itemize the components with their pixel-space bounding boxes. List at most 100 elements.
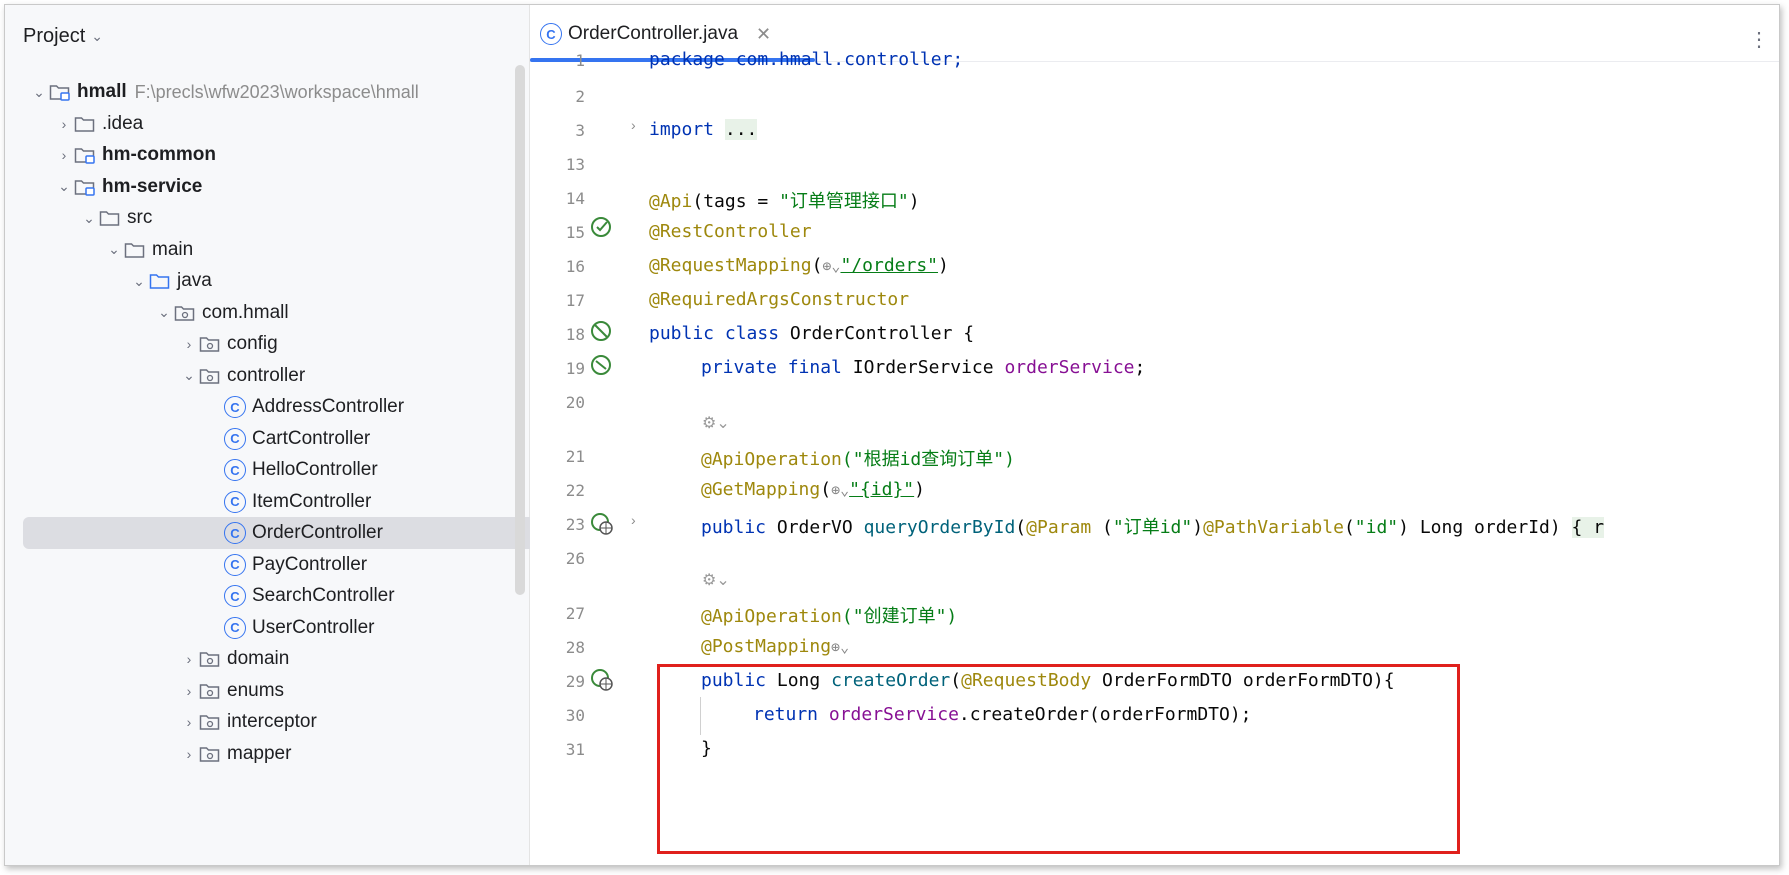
tree-item-label: AddressController <box>252 396 405 417</box>
line-number: 2 <box>575 87 585 106</box>
tree-item-label: UserController <box>252 616 375 638</box>
tree-item-label: CartController <box>252 427 371 449</box>
ide-window: Project ⌄ ⌄ hmall F:\precls\wfw2023\worksp… <box>4 4 1780 866</box>
line-number: 27 <box>565 604 585 623</box>
tree-item-label: mapper <box>227 742 292 764</box>
code-line-27[interactable]: @ApiOperation("创建订单") <box>701 602 957 628</box>
chevron-down-icon[interactable]: ⌄ <box>129 273 149 290</box>
class-icon: C <box>224 459 246 481</box>
tree-item-label: java <box>177 270 212 291</box>
line-number: 30 <box>565 706 585 725</box>
tree-item-label: hm-common <box>102 144 216 165</box>
tree-item-label: OrderController <box>252 522 383 543</box>
tab-ordercontroller[interactable]: C OrderController.java ✕ <box>540 23 771 45</box>
tab-label: OrderController.java <box>568 23 739 44</box>
package-icon <box>199 367 221 385</box>
module-path: F:\precls\wfw2023\workspace\hmall <box>134 81 419 102</box>
autowired-icon[interactable] <box>590 353 614 377</box>
code-line-14[interactable]: @Api(tags = "订单管理接口") <box>649 187 920 213</box>
code-line-22[interactable]: @GetMapping(⊕⌄"{id}") <box>701 479 925 500</box>
code-line-1[interactable]: package com.hmall.controller; <box>649 49 963 70</box>
class-icon: C <box>224 553 246 576</box>
line-number: 13 <box>565 155 585 174</box>
line-number: 3 <box>575 121 585 140</box>
line-number: 15 <box>565 223 585 242</box>
spring-bean-icon[interactable] <box>590 319 614 343</box>
folder-icon <box>149 272 171 290</box>
code-line-23[interactable]: public OrderVO queryOrderById(@Param ("订… <box>701 513 1605 539</box>
globe-icon[interactable]: ⊕⌄ <box>831 481 849 499</box>
line-number: 16 <box>565 257 585 276</box>
class-icon: C <box>540 23 562 45</box>
chevron-right-icon[interactable]: › <box>179 651 199 667</box>
code-line-28[interactable]: @PostMapping⊕⌄ <box>701 636 849 657</box>
line-number: 31 <box>565 740 585 759</box>
chevron-right-icon[interactable]: › <box>179 336 199 352</box>
chevron-right-icon[interactable]: › <box>54 116 74 132</box>
package-icon <box>174 304 196 322</box>
project-pane: Project ⌄ ⌄ hmall F:\precls\wfw2023\worksp… <box>5 5 694 865</box>
package-icon <box>199 650 221 668</box>
fold-arrow-icon[interactable]: › <box>631 117 636 133</box>
chevron-down-icon[interactable]: ⌄ <box>154 304 174 321</box>
chevron-right-icon[interactable]: › <box>179 683 199 699</box>
fold-arrow-icon[interactable]: › <box>631 512 636 528</box>
endpoint-icon[interactable] <box>590 667 614 691</box>
more-options-icon[interactable]: ⋮ <box>1749 27 1769 52</box>
project-title: Project <box>23 25 86 47</box>
tree-item-hm-service[interactable]: ⌄ hm-service <box>23 171 544 203</box>
ai-hint-icon[interactable]: ⚙⌄ <box>702 413 730 433</box>
code-line-3[interactable]: import ... <box>649 119 758 140</box>
code-line-15[interactable]: @RestController <box>649 221 812 242</box>
tree-item-label: domain <box>227 648 290 669</box>
tree-item-label: controller <box>227 364 306 386</box>
tree-item-hmall[interactable]: ⌄ hmall F:\precls\wfw2023\workspace\hmall <box>23 76 519 108</box>
tree-item-main[interactable]: ⌄ main <box>23 234 594 266</box>
line-number: 20 <box>565 393 585 412</box>
close-icon[interactable]: ✕ <box>756 24 771 45</box>
folder-icon <box>74 115 96 133</box>
tree-item-label: com.hmall <box>202 301 289 323</box>
line-number: 26 <box>565 549 585 568</box>
package-icon <box>199 745 221 763</box>
chevron-right-icon[interactable]: › <box>179 746 199 762</box>
tree-item-idea[interactable]: › .idea <box>23 108 544 140</box>
project-view-selector[interactable]: Project ⌄ <box>23 25 103 48</box>
package-icon <box>199 713 221 731</box>
globe-icon[interactable]: ⊕⌄ <box>822 257 840 275</box>
chevron-down-icon[interactable]: ⌄ <box>79 210 99 227</box>
code-line-17[interactable]: @RequiredArgsConstructor <box>649 289 909 310</box>
endpoint-icon[interactable] <box>590 511 614 535</box>
code-line-16[interactable]: @RequestMapping(⊕⌄"/orders") <box>649 255 949 276</box>
chevron-down-icon[interactable]: ⌄ <box>179 367 199 384</box>
project-scrollbar[interactable] <box>515 65 525 595</box>
line-number: 19 <box>565 359 585 378</box>
chevron-right-icon[interactable]: › <box>179 714 199 730</box>
tree-item-src[interactable]: ⌄ src <box>23 202 569 234</box>
tree-item-hm-common[interactable]: › hm-common <box>23 139 544 171</box>
class-icon: C <box>224 522 246 544</box>
chevron-down-icon[interactable]: ⌄ <box>104 241 124 258</box>
globe-icon[interactable]: ⊕⌄ <box>831 638 849 656</box>
tree-item-label: PayController <box>252 553 368 575</box>
class-icon: C <box>224 490 246 513</box>
tree-item-label: .idea <box>102 112 144 134</box>
code-line-18[interactable]: public class OrderController { <box>649 323 974 344</box>
line-number: 23 <box>565 515 585 534</box>
line-number: 17 <box>565 291 585 310</box>
class-icon: C <box>224 585 246 607</box>
tree-item-label: HelloController <box>252 459 378 480</box>
tree-item-label: SearchController <box>252 585 395 606</box>
tree-item-label: enums <box>227 679 285 701</box>
class-icon: C <box>224 616 246 639</box>
tree-item-label: src <box>127 207 153 228</box>
code-line-19[interactable]: private final IOrderService orderService… <box>701 357 1145 378</box>
module-folder-icon <box>49 83 71 101</box>
chevron-down-icon[interactable]: ⌄ <box>54 178 74 195</box>
code-line-21[interactable]: @ApiOperation("根据id查询订单") <box>701 445 1015 471</box>
ai-hint-icon[interactable]: ⚙⌄ <box>702 570 730 590</box>
tree-item-label: hmall <box>77 81 127 102</box>
chevron-down-icon[interactable]: ⌄ <box>29 84 49 101</box>
spring-bean-icon[interactable] <box>590 215 614 239</box>
chevron-right-icon[interactable]: › <box>54 147 74 163</box>
